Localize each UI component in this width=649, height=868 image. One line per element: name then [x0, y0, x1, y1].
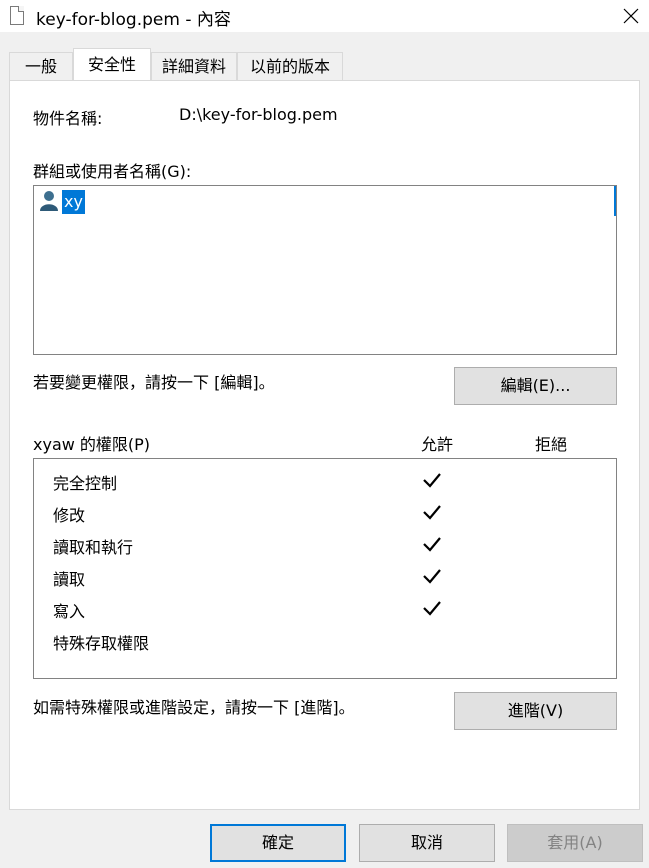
object-name-value: D:\key-for-blog.pem: [179, 105, 338, 124]
apply-button[interactable]: 套用(A): [507, 824, 643, 862]
perm-full-control: 完全控制: [53, 474, 118, 493]
cancel-button[interactable]: 取消: [359, 824, 495, 862]
allow-check-icon: [423, 601, 441, 616]
allow-check-icon: [423, 537, 441, 552]
perm-write: 寫入: [53, 602, 86, 621]
object-name-label: 物件名稱:: [33, 109, 103, 128]
user-list-item[interactable]: xy: [62, 190, 85, 214]
ok-button[interactable]: 確定: [210, 824, 346, 862]
title-bar: key-for-blog.pem - 內容: [0, 0, 649, 32]
perm-read: 讀取: [53, 570, 86, 589]
allow-check-icon: [423, 569, 441, 584]
tab-general[interactable]: 一般: [9, 52, 73, 80]
list-focus-bar: [614, 186, 616, 216]
permissions-title: xyaw 的權限(P): [33, 435, 151, 454]
window-title: key-for-blog.pem - 內容: [36, 10, 231, 30]
allow-header: 允許: [421, 435, 454, 454]
groups-label: 群組或使用者名稱(G):: [33, 162, 192, 181]
user-list[interactable]: [33, 185, 617, 355]
tab-security[interactable]: 安全性: [73, 48, 151, 80]
close-button[interactable]: [612, 0, 649, 32]
close-icon: [623, 8, 638, 24]
advanced-button[interactable]: 進階(V): [454, 692, 617, 730]
file-icon: [10, 6, 24, 25]
perm-special: 特殊存取權限: [53, 634, 150, 653]
allow-check-icon: [423, 473, 441, 488]
edit-hint: 若要變更權限，請按一下 [編輯]。: [33, 373, 275, 392]
advanced-hint: 如需特殊權限或進階設定，請按一下 [進階]。: [33, 698, 355, 717]
perm-modify: 修改: [53, 506, 86, 525]
edit-button[interactable]: 編輯(E)...: [454, 367, 617, 405]
deny-header: 拒絕: [535, 435, 568, 454]
user-icon: [40, 191, 58, 211]
allow-check-icon: [423, 505, 441, 520]
perm-read-execute: 讀取和執行: [53, 538, 134, 557]
tab-details[interactable]: 詳細資料: [151, 52, 237, 80]
tab-previous-versions[interactable]: 以前的版本: [237, 52, 343, 80]
